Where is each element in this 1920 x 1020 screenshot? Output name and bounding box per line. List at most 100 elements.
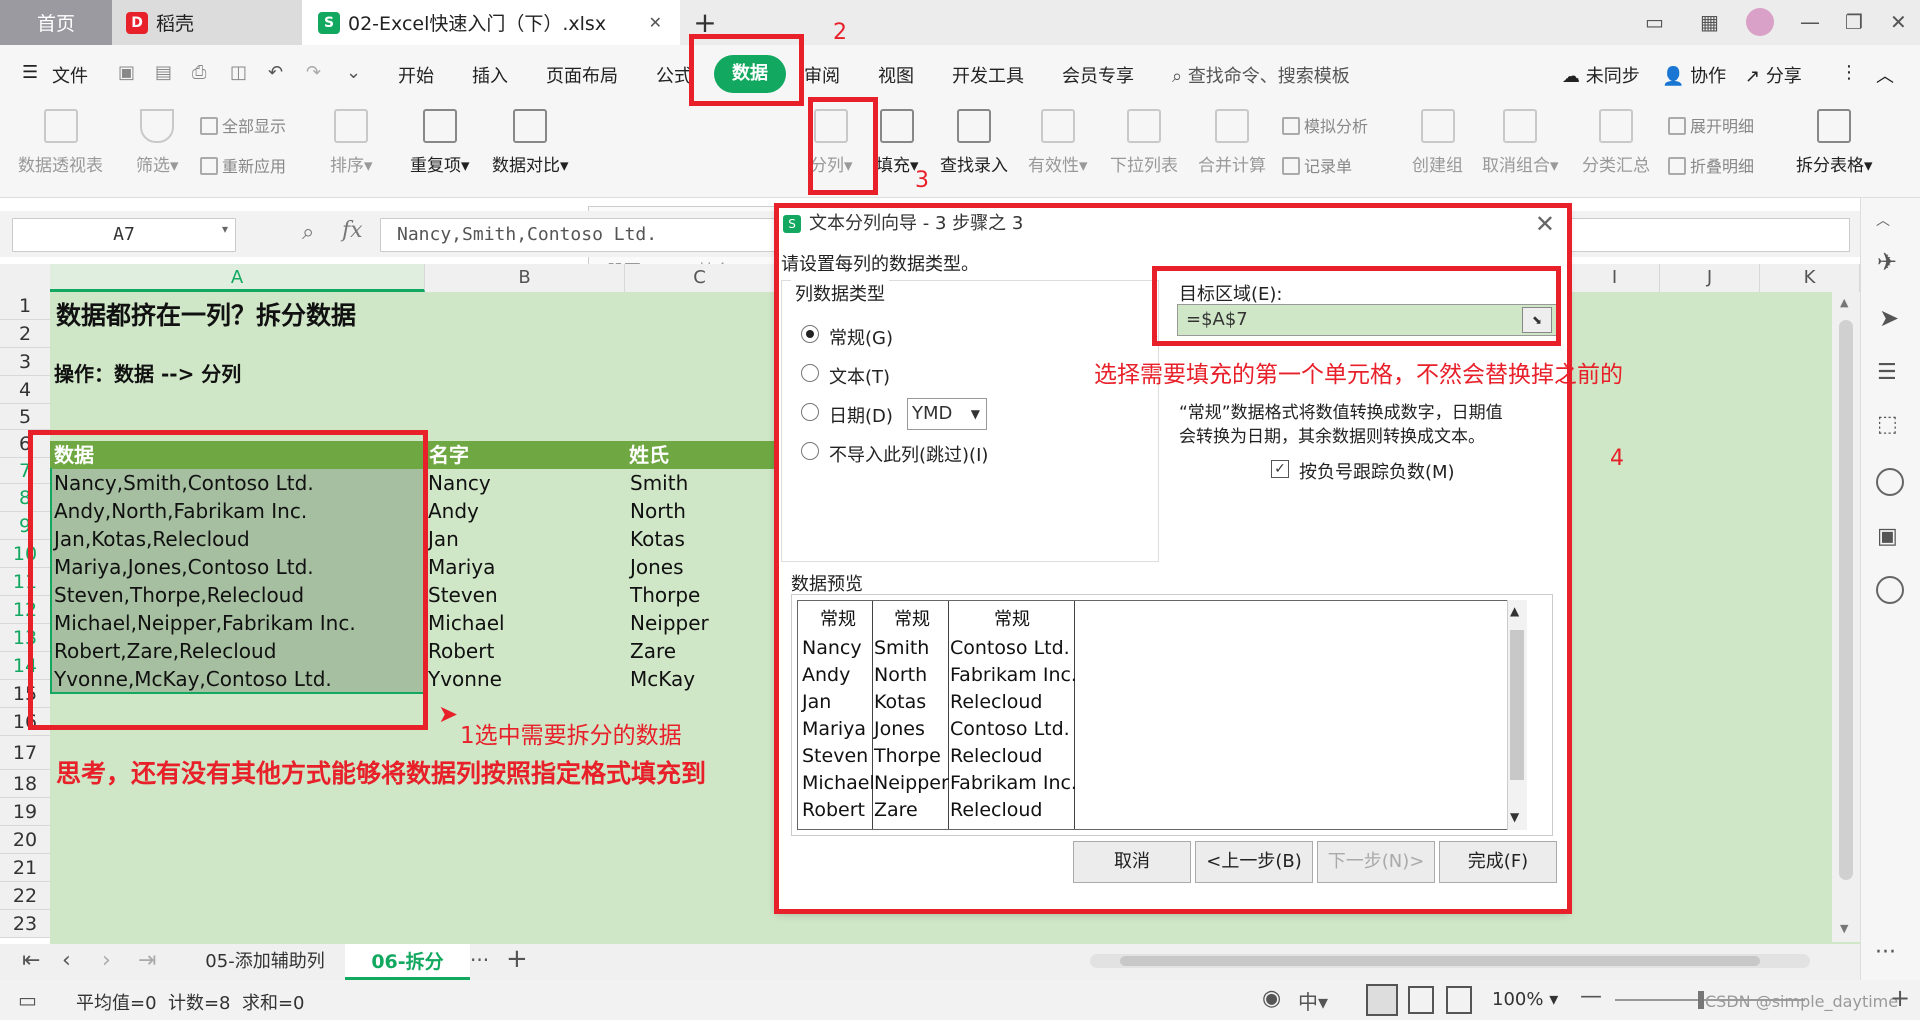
undo-icon[interactable]: ↶ bbox=[268, 62, 283, 83]
close-window-icon[interactable]: ✕ bbox=[1890, 10, 1907, 34]
add-sheet-button[interactable]: + bbox=[506, 944, 528, 974]
zoom-out-icon[interactable]: — bbox=[1580, 984, 1602, 1009]
cell-last-name[interactable]: Neipper bbox=[630, 611, 709, 635]
row-header-18[interactable]: 18 bbox=[0, 770, 50, 798]
share-button[interactable]: ↗ 分享 bbox=[1745, 62, 1802, 88]
avatar[interactable] bbox=[1746, 8, 1774, 36]
menu-insert[interactable]: 插入 bbox=[472, 62, 508, 88]
redo-icon[interactable]: ↷ bbox=[306, 62, 321, 83]
tab-docer[interactable]: D 稻壳 bbox=[112, 0, 302, 45]
row-header-4[interactable]: 4 bbox=[0, 376, 50, 404]
column-header-i[interactable]: I bbox=[1570, 264, 1660, 292]
sheet-tab-05[interactable]: 05-添加辅助列 bbox=[185, 948, 345, 976]
cell-first-name[interactable]: Steven bbox=[428, 583, 498, 607]
row-header-21[interactable]: 21 bbox=[0, 854, 50, 882]
cell-last-name[interactable]: McKay bbox=[630, 667, 695, 691]
sort-button[interactable]: 排序▾ bbox=[330, 109, 373, 176]
validity-button[interactable]: 有效性▾ bbox=[1028, 109, 1088, 176]
cell-first-name[interactable]: Michael bbox=[428, 611, 505, 635]
tab-file[interactable]: S 02-Excel快速入门（下）.xlsx ✕ bbox=[302, 0, 680, 45]
pivot-table-button[interactable]: 数据透视表 bbox=[18, 109, 103, 176]
sheet-tab-06[interactable]: 06-拆分 bbox=[345, 944, 470, 980]
save-icon[interactable]: ▣ bbox=[118, 62, 135, 83]
row-header-1[interactable]: 1 bbox=[0, 292, 50, 320]
row-header-20[interactable]: 20 bbox=[0, 826, 50, 854]
row-header-2[interactable]: 2 bbox=[0, 320, 50, 348]
column-header-c[interactable]: C bbox=[625, 264, 775, 292]
quick-dropdown-icon[interactable]: ⌄ bbox=[346, 62, 361, 83]
name-box-dropdown-icon[interactable]: ▾ bbox=[222, 222, 228, 236]
duplicates-button[interactable]: 重复项▾ bbox=[410, 109, 470, 176]
row-header-23[interactable]: 23 bbox=[0, 910, 50, 938]
show-all-button[interactable]: 全部显示 bbox=[200, 113, 286, 137]
row-header-17[interactable]: 17 bbox=[0, 736, 50, 770]
menu-file[interactable]: 文件 bbox=[52, 62, 88, 88]
row-header-19[interactable]: 19 bbox=[0, 798, 50, 826]
zoom-in-icon[interactable]: + bbox=[1890, 984, 1910, 1012]
collapse-panel-icon[interactable]: ︿ bbox=[1876, 210, 1890, 230]
search-command[interactable]: ⌕ 查找命令、搜索模板 bbox=[1172, 62, 1350, 88]
create-group-button[interactable]: 创建组 bbox=[1412, 109, 1463, 176]
sheet-title[interactable]: 数据都挤在一列？拆分数据 bbox=[56, 296, 356, 332]
eye-protection-icon[interactable]: ◉ bbox=[1262, 986, 1281, 1011]
cell-last-name[interactable]: Jones bbox=[630, 555, 684, 579]
select-all-corner[interactable] bbox=[0, 264, 50, 292]
menu-page-layout[interactable]: 页面布局 bbox=[546, 62, 618, 88]
print-icon[interactable]: ⎙ bbox=[192, 62, 206, 83]
select-range-icon[interactable]: ⬚ bbox=[1877, 412, 1898, 437]
first-sheet-icon[interactable]: ⇤ bbox=[22, 948, 40, 973]
export-icon[interactable]: ▤ bbox=[155, 62, 172, 83]
page-layout-view-icon[interactable] bbox=[1408, 986, 1434, 1014]
reapply-button[interactable]: 重新应用 bbox=[200, 153, 286, 177]
column-header-a[interactable]: A bbox=[50, 264, 425, 292]
header-last-name[interactable]: 姓氏 bbox=[625, 441, 775, 469]
scroll-up-icon[interactable]: ▲ bbox=[1840, 296, 1848, 309]
menu-member[interactable]: 会员专享 bbox=[1062, 62, 1134, 88]
hamburger-icon[interactable]: ☰ bbox=[22, 62, 38, 83]
h-scroll-thumb[interactable] bbox=[1120, 956, 1760, 966]
sync-button[interactable]: ☁ 未同步 bbox=[1562, 62, 1640, 88]
header-first-name[interactable]: 名字 bbox=[425, 441, 625, 469]
row-header-5[interactable]: 5 bbox=[0, 404, 50, 430]
row-header-3[interactable]: 3 bbox=[0, 348, 50, 376]
zoom-search-icon[interactable]: ⌕ bbox=[302, 220, 314, 245]
zoom-level[interactable]: 100% ▾ bbox=[1492, 989, 1558, 1010]
tab-home[interactable]: 首页 bbox=[0, 0, 112, 45]
think-note[interactable]: 思考，还有没有其他方式能够将数据列按照指定格式填充到 bbox=[56, 754, 706, 790]
cell-first-name[interactable]: Yvonne bbox=[428, 667, 502, 691]
column-header-k[interactable]: K bbox=[1760, 264, 1860, 292]
column-header-b[interactable]: B bbox=[425, 264, 625, 292]
fill-button[interactable]: 填充▾ bbox=[876, 109, 919, 176]
prev-sheet-icon[interactable]: ‹ bbox=[62, 948, 71, 973]
more-icon[interactable]: ⋮ bbox=[1840, 62, 1858, 83]
menu-home[interactable]: 开始 bbox=[398, 62, 434, 88]
horizontal-scrollbar[interactable] bbox=[1090, 954, 1810, 968]
lookup-entry-button[interactable]: 查找录入 bbox=[940, 109, 1008, 176]
close-tab-icon[interactable]: ✕ bbox=[649, 13, 662, 32]
consolidate-button[interactable]: 合并计算 bbox=[1198, 109, 1266, 176]
operation-note[interactable]: 操作：数据 --> 分列 bbox=[54, 358, 241, 387]
macro-icon[interactable]: ▭ bbox=[18, 988, 37, 1012]
next-sheet-icon[interactable]: › bbox=[102, 948, 111, 973]
more-panel-icon[interactable]: ··· bbox=[1875, 940, 1896, 965]
cell-first-name[interactable]: Andy bbox=[428, 499, 479, 523]
lightning-icon[interactable] bbox=[1876, 576, 1904, 604]
compare-button[interactable]: 数据对比▾ bbox=[492, 109, 569, 176]
fx-icon[interactable]: fx bbox=[342, 218, 363, 243]
image-icon[interactable]: ▣ bbox=[1877, 524, 1898, 549]
cell-last-name[interactable]: Smith bbox=[630, 471, 688, 495]
cell-first-name[interactable]: Mariya bbox=[428, 555, 495, 579]
page-break-view-icon[interactable] bbox=[1446, 986, 1472, 1014]
collapse-ribbon-icon[interactable]: ︿ bbox=[1876, 62, 1894, 88]
cell-last-name[interactable]: Zare bbox=[630, 639, 676, 663]
preview-icon[interactable]: ◫ bbox=[230, 62, 247, 83]
cell-last-name[interactable]: Kotas bbox=[630, 527, 685, 551]
minimize-icon[interactable]: — bbox=[1800, 10, 1820, 34]
row-header-22[interactable]: 22 bbox=[0, 882, 50, 910]
dropdown-list-button[interactable]: 下拉列表 bbox=[1110, 109, 1178, 176]
split-table-button[interactable]: 拆分表格▾ bbox=[1796, 109, 1873, 176]
rocket-icon[interactable]: ✈ bbox=[1877, 248, 1897, 276]
cell-first-name[interactable]: Jan bbox=[428, 527, 459, 551]
vertical-scrollbar[interactable]: ▲ ▼ bbox=[1832, 292, 1860, 942]
help-icon[interactable] bbox=[1876, 468, 1904, 496]
